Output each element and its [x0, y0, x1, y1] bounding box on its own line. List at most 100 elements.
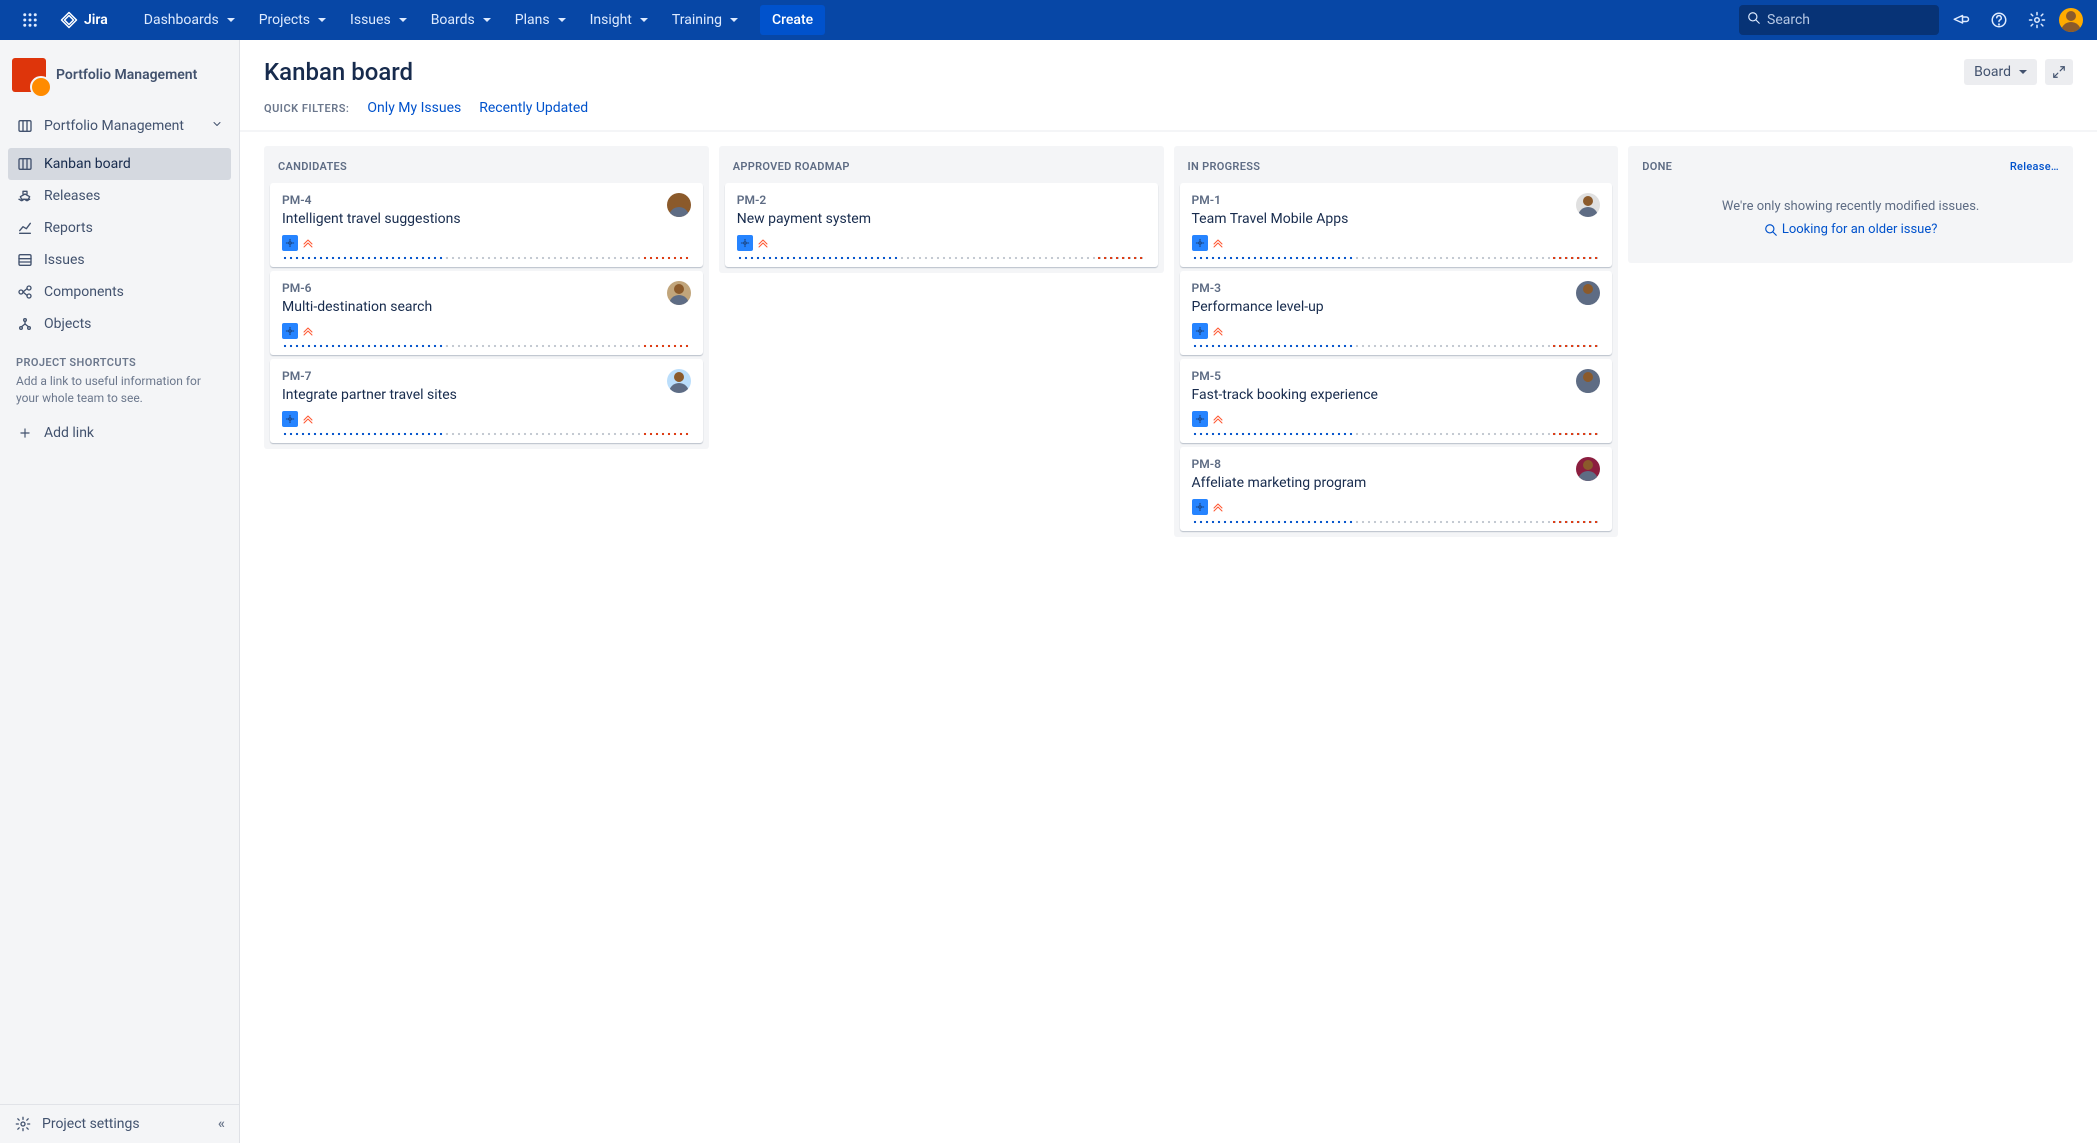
- progress-dots: [282, 255, 691, 261]
- column-candidates: CANDIDATES PM-4 Intelligent travel suggest…: [264, 146, 709, 449]
- sidebar-item-reports[interactable]: Reports: [8, 212, 231, 244]
- board-switcher-button[interactable]: Board: [1964, 59, 2037, 85]
- nav-item-plans[interactable]: Plans: [505, 4, 576, 36]
- sidebar-item-label: Objects: [44, 316, 91, 332]
- create-button-label: Create: [772, 12, 813, 28]
- nav-item-training[interactable]: Training: [662, 4, 748, 36]
- board-switcher-label: Board: [1974, 64, 2011, 80]
- assignee-avatar: [1576, 457, 1600, 481]
- empty-state-text: We're only showing recently modified iss…: [1650, 199, 2051, 214]
- nav-item-issues[interactable]: Issues: [340, 4, 417, 36]
- gear-icon: [14, 1115, 32, 1133]
- product-name: Jira: [84, 12, 108, 28]
- issue-summary: Integrate partner travel sites: [282, 387, 667, 403]
- shortcuts-help-text: Add a link to useful information for you…: [0, 373, 239, 417]
- project-header[interactable]: Portfolio Management: [0, 58, 239, 110]
- quick-filters: QUICK FILTERS: Only My Issues Recently Up…: [240, 92, 2097, 130]
- sidebar-item-label: Reports: [44, 220, 93, 236]
- progress-dots: [1192, 255, 1601, 261]
- project-settings-link[interactable]: Project settings «: [0, 1104, 239, 1143]
- chevron-down-icon: [211, 118, 223, 134]
- search-input[interactable]: [1767, 12, 1945, 28]
- issue-summary: Team Travel Mobile Apps: [1192, 211, 1577, 227]
- sidebar-item-objects[interactable]: Objects: [8, 308, 231, 340]
- column-title: CANDIDATES: [278, 160, 347, 173]
- progress-dots: [1192, 343, 1601, 349]
- issue-summary: Intelligent travel suggestions: [282, 211, 667, 227]
- issue-key: PM-4: [282, 193, 667, 207]
- add-link-button[interactable]: Add link: [8, 417, 231, 449]
- help-icon[interactable]: [1983, 4, 2015, 36]
- fullscreen-icon[interactable]: [2045, 59, 2073, 85]
- priority-icon: [757, 237, 769, 249]
- priority-icon: [302, 237, 314, 249]
- quick-filters-label: QUICK FILTERS:: [264, 102, 349, 115]
- issue-key: PM-5: [1192, 369, 1577, 383]
- quick-filter-recently-updated[interactable]: Recently Updated: [479, 100, 588, 116]
- sidebar-item-releases[interactable]: Releases: [8, 180, 231, 212]
- project-dropdown[interactable]: Portfolio Management: [8, 110, 231, 142]
- feedback-icon[interactable]: [1945, 4, 1977, 36]
- issue-card[interactable]: PM-3Performance level-up: [1180, 271, 1613, 355]
- shortcuts-heading: PROJECT SHORTCUTS: [0, 340, 239, 373]
- sidebar-item-issues[interactable]: Issues: [8, 244, 231, 276]
- issue-card[interactable]: PM-1 Team Travel Mobile Apps: [1180, 183, 1613, 267]
- nav-item-projects[interactable]: Projects: [249, 4, 336, 36]
- project-sidebar: Portfolio Management Portfolio Managemen…: [0, 40, 240, 1143]
- sidebar-item-label: Kanban board: [44, 156, 131, 172]
- column-title: IN PROGRESS: [1188, 160, 1261, 173]
- issue-key: PM-8: [1192, 457, 1577, 471]
- issue-card[interactable]: PM-2New payment system: [725, 183, 1158, 267]
- sidebar-item-components[interactable]: Components: [8, 276, 231, 308]
- nav-item-boards[interactable]: Boards: [421, 4, 501, 36]
- gear-icon[interactable]: [2021, 4, 2053, 36]
- create-button[interactable]: Create: [760, 5, 825, 35]
- priority-icon: [1212, 325, 1224, 337]
- add-link-label: Add link: [44, 425, 94, 441]
- issue-card[interactable]: PM-7 Integrate partner travel sites: [270, 359, 703, 443]
- sidebar-item-kanban-board[interactable]: Kanban board: [8, 148, 231, 180]
- priority-icon: [302, 413, 314, 425]
- older-issue-link[interactable]: Looking for an older issue?: [1764, 222, 1938, 237]
- board-icon: [16, 155, 34, 173]
- priority-icon: [302, 325, 314, 337]
- global-search[interactable]: [1739, 5, 1939, 35]
- progress-dots: [737, 255, 1146, 261]
- issue-key: PM-1: [1192, 193, 1577, 207]
- jira-logo[interactable]: Jira: [52, 11, 116, 29]
- column-in-progress: IN PROGRESSPM-1Team Travel Mobile AppsPM…: [1174, 146, 1619, 537]
- assignee-avatar: [1576, 281, 1600, 305]
- chart-icon: [16, 219, 34, 237]
- project-settings-label: Project settings: [42, 1116, 140, 1132]
- progress-dots: [282, 431, 691, 437]
- primary-nav: DashboardsProjectsIssuesBoardsPlansInsig…: [134, 4, 748, 36]
- sidebar-item-label: Components: [44, 284, 124, 300]
- issue-card[interactable]: PM-5 Fast-track booking experience: [1180, 359, 1613, 443]
- plus-icon: [16, 424, 34, 442]
- priority-icon: [1212, 413, 1224, 425]
- issue-type-icon: [1192, 411, 1208, 427]
- nav-item-insight[interactable]: Insight: [580, 4, 658, 36]
- issue-key: PM-7: [282, 369, 667, 383]
- app-switcher-icon[interactable]: [14, 4, 46, 36]
- priority-icon: [1212, 237, 1224, 249]
- priority-icon: [1212, 501, 1224, 513]
- progress-dots: [282, 343, 691, 349]
- quick-filter-only-my-issues[interactable]: Only My Issues: [367, 100, 461, 116]
- issue-type-icon: [1192, 323, 1208, 339]
- release-link[interactable]: Release…: [2010, 160, 2059, 173]
- user-avatar[interactable]: [2059, 8, 2083, 32]
- assignee-avatar: [1576, 369, 1600, 393]
- sidebar-item-label: Issues: [44, 252, 85, 268]
- search-icon: [1747, 11, 1761, 29]
- ship-icon: [16, 187, 34, 205]
- column-title: DONE: [1642, 160, 1672, 173]
- issue-card[interactable]: PM-8Affeliate marketing program: [1180, 447, 1613, 531]
- issue-summary: Fast-track booking experience: [1192, 387, 1577, 403]
- progress-dots: [1192, 431, 1601, 437]
- issue-card[interactable]: PM-4 Intelligent travel suggestions: [270, 183, 703, 267]
- issue-card[interactable]: PM-6Multi-destination search: [270, 271, 703, 355]
- nav-item-dashboards[interactable]: Dashboards: [134, 4, 245, 36]
- issue-type-icon: [737, 235, 753, 251]
- collapse-sidebar-icon[interactable]: «: [218, 1116, 225, 1132]
